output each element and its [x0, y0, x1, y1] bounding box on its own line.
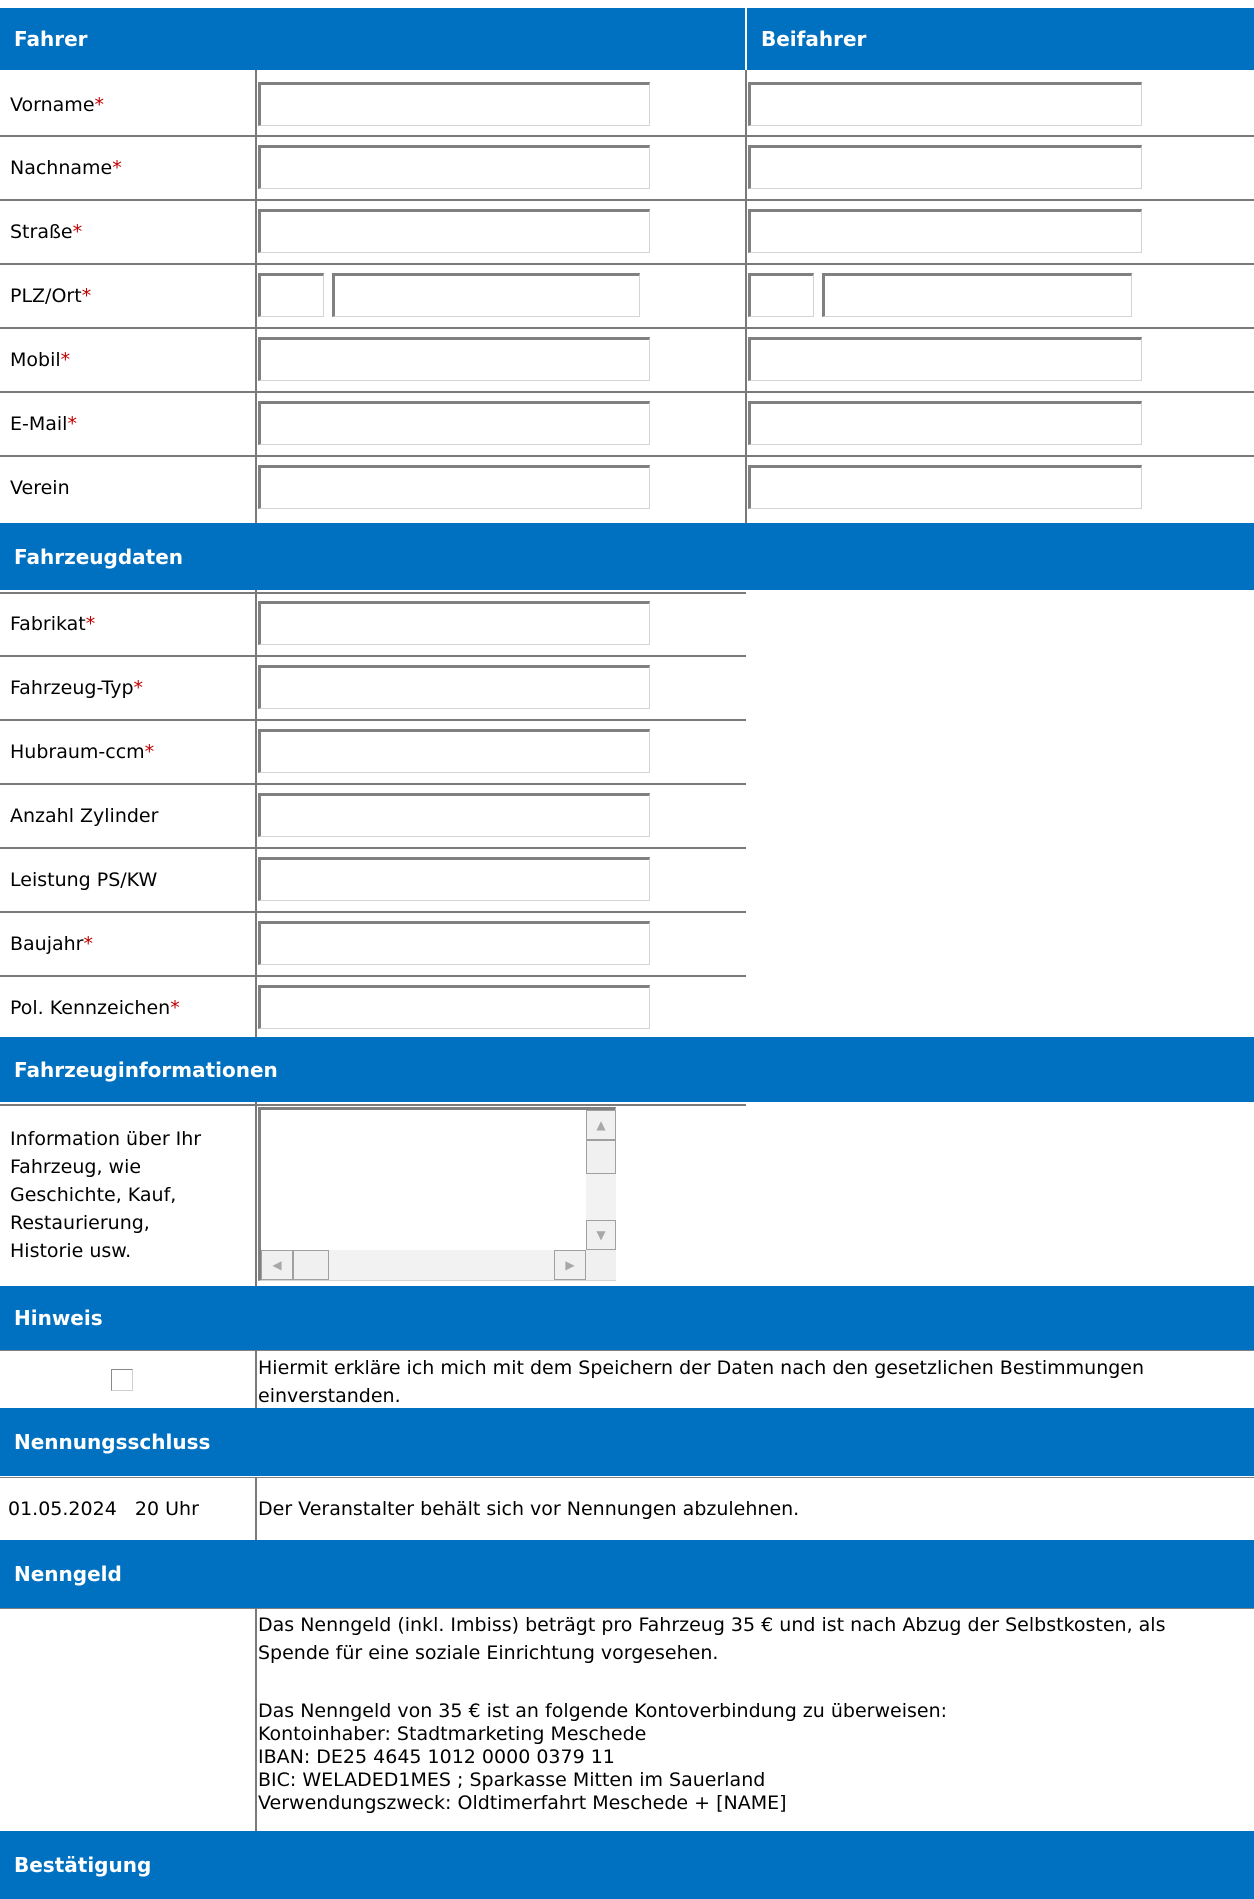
beifahrer-strasse-input[interactable]	[748, 209, 1142, 253]
row-divider	[0, 1104, 746, 1106]
label-plz-ort: PLZ/Ort *	[10, 285, 92, 307]
beifahrer-vorname-input[interactable]	[748, 82, 1142, 126]
label-strasse: Straße *	[10, 221, 83, 243]
label-fabrikat: Fabrikat *	[10, 613, 96, 635]
header-fahrer: Fahrer	[14, 27, 88, 51]
beifahrer-ort-input[interactable]	[822, 273, 1132, 317]
row-divider	[0, 455, 1254, 457]
row-divider	[0, 327, 1254, 329]
fee-line: Verwendungszweck: Oldtimerfahrt Meschede…	[258, 1792, 787, 1814]
beifahrer-email-input[interactable]	[748, 401, 1142, 445]
consent-text-line: einverstanden.	[258, 1385, 401, 1407]
scroll-left-button[interactable]: ◀	[261, 1250, 293, 1280]
fee-spacer	[258, 1667, 1248, 1695]
row-divider	[0, 975, 746, 977]
row-divider	[0, 263, 1254, 265]
fee-line: Das Nenngeld von 35 € ist an folgende Ko…	[258, 1700, 948, 1722]
deadline-text: Der Veranstalter behält sich vor Nennung…	[258, 1498, 800, 1520]
info-textarea[interactable]: ▲ ▼ ◀ ▶	[258, 1107, 616, 1281]
leistung-input[interactable]	[258, 857, 650, 901]
section-header-nennungsschluss: Nennungsschluss	[0, 1408, 1254, 1476]
beifahrer-plz-input[interactable]	[748, 273, 814, 317]
fabrikat-input[interactable]	[258, 601, 650, 645]
col-divider	[255, 590, 257, 1037]
info-label-line: Fahrzeug, wie	[10, 1156, 142, 1178]
col-divider	[255, 1477, 257, 1540]
row-divider	[0, 655, 746, 657]
row-divider	[0, 783, 746, 785]
hubraum-input[interactable]	[258, 729, 650, 773]
fahrer-email-input[interactable]	[258, 401, 650, 445]
fee-line: Kontoinhaber: Stadtmarketing Meschede	[258, 1723, 647, 1745]
row-divider	[0, 847, 746, 849]
kennzeichen-input[interactable]	[258, 985, 650, 1029]
col-divider	[255, 1608, 257, 1831]
section-header-fahrer: Fahrer Beifahrer	[0, 8, 1254, 70]
row-divider	[0, 1477, 1254, 1478]
label-mobil: Mobil *	[10, 349, 71, 371]
col-divider	[255, 1350, 257, 1408]
row-divider	[0, 135, 1254, 137]
info-label-line: Geschichte, Kauf,	[10, 1184, 177, 1206]
fahrer-ort-input[interactable]	[332, 273, 640, 317]
row-divider	[0, 391, 1254, 393]
fee-line: Das Nenngeld (inkl. Imbiss) beträgt pro …	[258, 1614, 1166, 1636]
baujahr-input[interactable]	[258, 921, 650, 965]
scrollbar-corner	[586, 1250, 616, 1280]
label-vorname: Vorname *	[10, 94, 105, 116]
fahrer-verein-input[interactable]	[258, 465, 650, 509]
label-verein: Verein	[10, 477, 70, 499]
section-header-hinweis: Hinweis	[0, 1286, 1254, 1350]
beifahrer-mobil-input[interactable]	[748, 337, 1142, 381]
row-divider	[0, 199, 1254, 201]
scroll-up-button[interactable]: ▲	[586, 1110, 616, 1140]
scroll-right-button[interactable]: ▶	[554, 1250, 586, 1280]
deadline-date: 01.05.2024 20 Uhr	[8, 1498, 199, 1520]
section-header-fahrzeugdaten: Fahrzeugdaten	[0, 523, 1254, 590]
label-fahrzeug-typ: Fahrzeug-Typ *	[10, 677, 144, 699]
fee-line: BIC: WELADED1MES ; Sparkasse Mitten im S…	[258, 1769, 766, 1791]
fahrzeug-typ-input[interactable]	[258, 665, 650, 709]
label-kennzeichen: Pol. Kennzeichen *	[10, 997, 180, 1019]
row-divider	[0, 911, 746, 913]
fee-line: Spende für eine soziale Einrichtung vorg…	[258, 1642, 719, 1664]
section-header-bestaetigung: Bestätigung	[0, 1831, 1254, 1899]
info-label-line: Information über Ihr	[10, 1128, 202, 1150]
info-label-line: Restaurierung,	[10, 1212, 150, 1234]
consent-text-line: Hiermit erkläre ich mich mit dem Speiche…	[258, 1357, 1145, 1379]
info-label: Information über Ihr Fahrzeug, wie Gesch…	[10, 1125, 250, 1265]
fahrer-strasse-input[interactable]	[258, 209, 650, 253]
label-hubraum: Hubraum-ccm *	[10, 741, 155, 763]
scroll-thumb-horizontal[interactable]	[293, 1250, 329, 1280]
row-divider	[0, 1350, 1254, 1351]
section-header-fahrzeuginformationen: Fahrzeuginformationen	[0, 1037, 1254, 1102]
fahrer-mobil-input[interactable]	[258, 337, 650, 381]
label-email: E-Mail *	[10, 413, 77, 435]
label-nachname: Nachname *	[10, 157, 122, 179]
beifahrer-verein-input[interactable]	[748, 465, 1142, 509]
row-divider	[0, 1608, 1254, 1609]
fee-line: IBAN: DE25 4645 1012 0000 0379 11	[258, 1746, 615, 1768]
label-zylinder: Anzahl Zylinder	[10, 805, 159, 827]
fahrer-vorname-input[interactable]	[258, 82, 650, 126]
consent-text: Hiermit erkläre ich mich mit dem Speiche…	[258, 1354, 1248, 1410]
beifahrer-nachname-input[interactable]	[748, 145, 1142, 189]
fee-text: Das Nenngeld (inkl. Imbiss) beträgt pro …	[258, 1611, 1248, 1815]
scroll-thumb-vertical[interactable]	[586, 1140, 616, 1174]
consent-checkbox[interactable]	[111, 1369, 133, 1391]
label-leistung: Leistung PS/KW	[10, 869, 158, 891]
row-divider	[0, 719, 746, 721]
row-divider	[0, 592, 746, 594]
info-label-line: Historie usw.	[10, 1240, 132, 1262]
zylinder-input[interactable]	[258, 793, 650, 837]
label-baujahr: Baujahr *	[10, 933, 93, 955]
scroll-down-button[interactable]: ▼	[586, 1220, 616, 1250]
fahrer-nachname-input[interactable]	[258, 145, 650, 189]
section-header-nenngeld: Nenngeld	[0, 1540, 1254, 1608]
fahrer-plz-input[interactable]	[258, 273, 324, 317]
header-beifahrer: Beifahrer	[761, 27, 867, 51]
col-divider	[255, 1102, 257, 1286]
